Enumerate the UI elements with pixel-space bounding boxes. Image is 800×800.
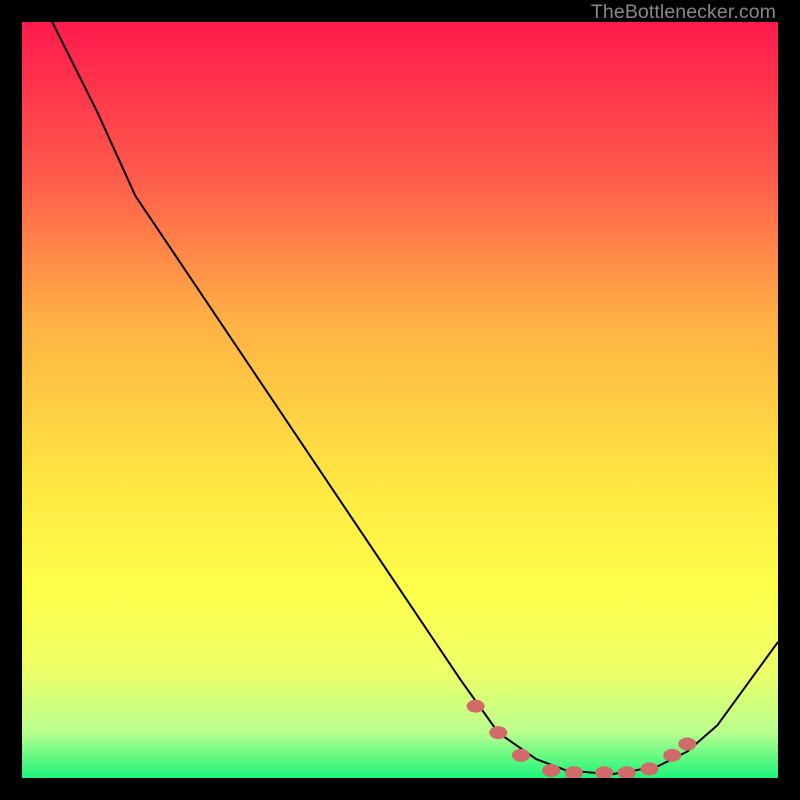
data-marker: [512, 749, 530, 762]
gradient-background: [22, 22, 778, 778]
chart-svg: [22, 22, 778, 778]
data-marker: [678, 737, 696, 750]
data-marker: [640, 762, 658, 775]
data-marker: [467, 700, 485, 713]
plot-area: [22, 22, 778, 778]
chart-frame: TheBottlenecker.com: [0, 0, 800, 800]
data-marker: [489, 726, 507, 739]
data-marker: [663, 749, 681, 762]
watermark-text: TheBottlenecker.com: [591, 1, 776, 24]
data-marker: [542, 764, 560, 777]
